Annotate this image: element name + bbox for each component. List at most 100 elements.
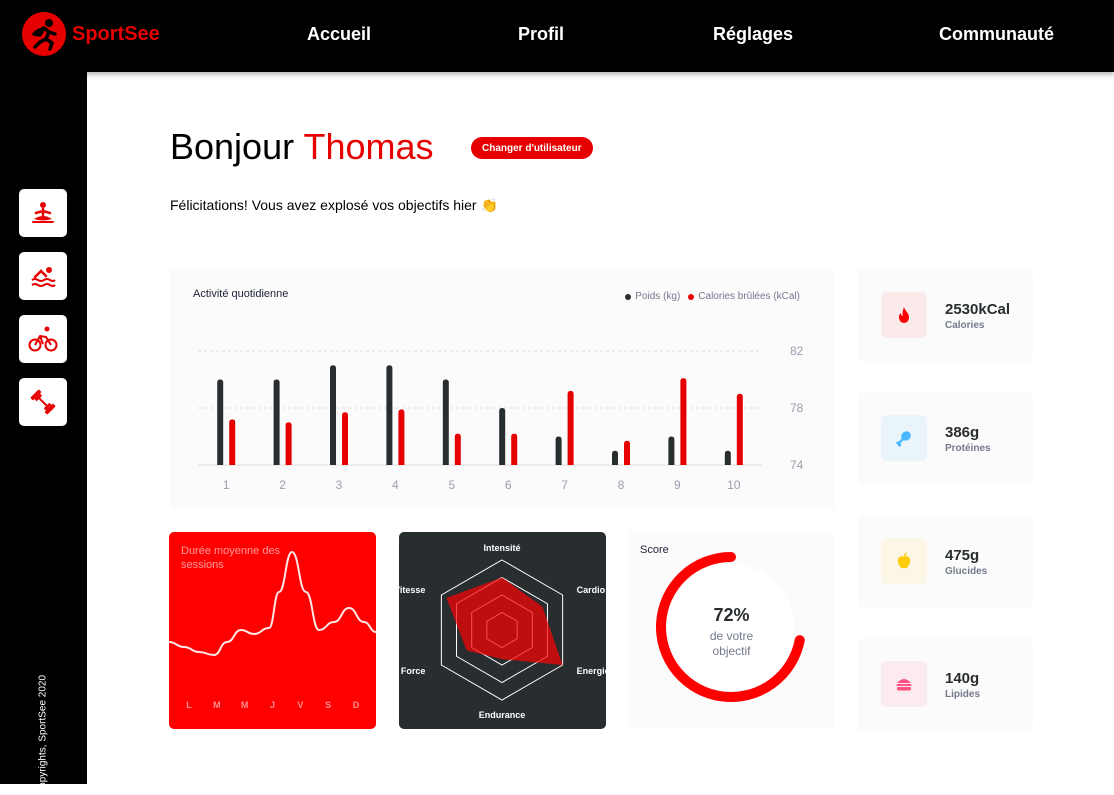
- nav-profil[interactable]: Profil: [518, 24, 564, 45]
- weight-bar: [668, 436, 675, 465]
- x-tick-label: 10: [727, 478, 741, 492]
- x-tick-label: 8: [618, 478, 625, 492]
- day-label: S: [325, 700, 331, 710]
- y-tick-label: 82: [790, 344, 804, 358]
- activity-bar-chart: 7478821 2 3 4 5 6 7 8 9 10: [198, 344, 804, 492]
- x-tick-label: 9: [674, 478, 681, 492]
- x-tick-label: 1: [223, 478, 230, 492]
- y-tick-label: 78: [790, 401, 804, 415]
- activity-chart-card: Activité quotidienne Poids (kg) Calories…: [169, 269, 835, 509]
- sportsee-logo[interactable]: SportSee: [22, 12, 160, 56]
- x-tick-label: 5: [448, 478, 455, 492]
- sessions-chart-card: Durée moyenne des sessions LMMJVSD: [169, 532, 376, 729]
- score-line-2: objectif: [712, 644, 751, 658]
- kpi-calories-label: Calories: [945, 320, 985, 331]
- apple-icon: [897, 552, 911, 569]
- kpi-proteins-label: Protéines: [945, 443, 991, 454]
- sidebar-button-cycling[interactable]: [19, 315, 67, 363]
- kpi-calories-value: 2530kCal: [945, 301, 1011, 318]
- top-navbar: SportSee Accueil Profil Réglages Communa…: [0, 0, 1114, 72]
- calories-bar: [511, 433, 518, 465]
- dumbbell-icon: [30, 389, 56, 415]
- congrats-message: Félicitations! Vous avez explosé vos obj…: [170, 197, 498, 213]
- day-label: M: [241, 700, 249, 710]
- nav-reglages[interactable]: Réglages: [713, 24, 793, 45]
- radar-label: Force: [401, 666, 426, 676]
- x-tick-label: 2: [279, 478, 286, 492]
- score-value: 72%: [713, 605, 750, 625]
- copyright-text: Copyrights, SportSee 2020: [37, 674, 49, 795]
- performance-radar-chart: Intensité Cardio Energie Endurance Force Vite…: [399, 543, 606, 720]
- radar-label: Energie: [577, 666, 606, 676]
- day-label: M: [213, 700, 221, 710]
- burger-icon: [896, 679, 912, 691]
- kpi-carbs-icon-box: [881, 538, 927, 584]
- sidebar: Copyrights, SportSee 2020: [0, 72, 87, 795]
- score-line-1: de votre: [709, 629, 754, 643]
- weight-bar: [217, 379, 224, 465]
- x-tick-label: 3: [336, 478, 343, 492]
- day-label: J: [270, 700, 275, 710]
- calories-bar: [567, 390, 574, 465]
- performance-chart-card: Intensité Cardio Energie Endurance Force Vite…: [399, 532, 606, 729]
- calories-bar: [736, 393, 743, 465]
- calories-bar: [398, 409, 405, 465]
- nav-communaute[interactable]: Communauté: [939, 24, 1054, 45]
- day-label: D: [353, 700, 360, 710]
- kpi-proteins-icon-box: [881, 415, 927, 461]
- score-label: 72% de votre objectif: [628, 605, 835, 658]
- day-label: L: [186, 700, 192, 710]
- change-user-button[interactable]: Changer d'utilisateur: [471, 137, 593, 159]
- calories-bar: [624, 440, 630, 465]
- kpi-card-proteins: 386g Protéines: [858, 392, 1033, 485]
- kpi-carbs-label: Glucides: [945, 566, 988, 577]
- page-title: Bonjour Thomas: [170, 126, 434, 168]
- kpi-card-carbs: 475g Glucides: [858, 515, 1033, 608]
- kpi-lipids-value: 140g: [945, 670, 980, 687]
- chicken-icon: [896, 431, 911, 447]
- nav-accueil[interactable]: Accueil: [307, 24, 371, 45]
- weight-bar: [273, 379, 280, 465]
- fire-icon: [899, 307, 909, 323]
- user-name: Thomas: [303, 126, 434, 167]
- swimming-icon: [31, 267, 56, 287]
- radar-label: Intensité: [483, 543, 520, 553]
- radar-area: [446, 577, 563, 665]
- radar-label: Endurance: [479, 710, 526, 720]
- day-label: V: [297, 700, 303, 710]
- kpi-proteins-value: 386g: [945, 424, 980, 441]
- kpi-calories-icon-box: [881, 292, 927, 338]
- x-tick-label: 7: [561, 478, 568, 492]
- score-chart-card: Score 72% de votre objectif: [628, 532, 835, 729]
- calories-bar: [285, 422, 292, 465]
- weight-bar: [555, 436, 562, 465]
- x-tick-label: 6: [505, 478, 512, 492]
- kpi-lipids-icon-box: [881, 661, 927, 707]
- weight-bar: [442, 379, 449, 465]
- calories-bar: [342, 412, 348, 465]
- logo-text: SportSee: [72, 22, 160, 45]
- sidebar-button-bodybuilding[interactable]: [19, 378, 67, 426]
- meditation-icon: [32, 202, 54, 223]
- kpi-card-calories: 2530kCal Calories: [858, 269, 1033, 362]
- greeting-text: Bonjour: [170, 126, 295, 167]
- x-tick-label: 4: [392, 478, 399, 492]
- weight-bar: [386, 365, 393, 465]
- calories-bar: [454, 433, 461, 465]
- calories-bar: [229, 419, 236, 465]
- sidebar-button-meditation[interactable]: [19, 189, 67, 237]
- kpi-card-lipids: 140g Lipides: [858, 638, 1033, 731]
- y-tick-label: 74: [790, 458, 804, 472]
- kpi-carbs-value: 475g: [945, 547, 980, 564]
- sessions-line-chart: LMMJVSD: [169, 550, 376, 710]
- sessions-line: [169, 550, 376, 657]
- calories-bar: [680, 378, 687, 465]
- kpi-lipids-label: Lipides: [945, 689, 981, 700]
- cycling-icon: [28, 326, 58, 352]
- radar-label: Vitesse: [399, 585, 425, 595]
- radar-label: Cardio: [577, 585, 606, 595]
- sidebar-button-swimming[interactable]: [19, 252, 67, 300]
- weight-bar: [499, 408, 506, 465]
- weight-bar: [612, 450, 618, 465]
- weight-bar: [724, 450, 731, 465]
